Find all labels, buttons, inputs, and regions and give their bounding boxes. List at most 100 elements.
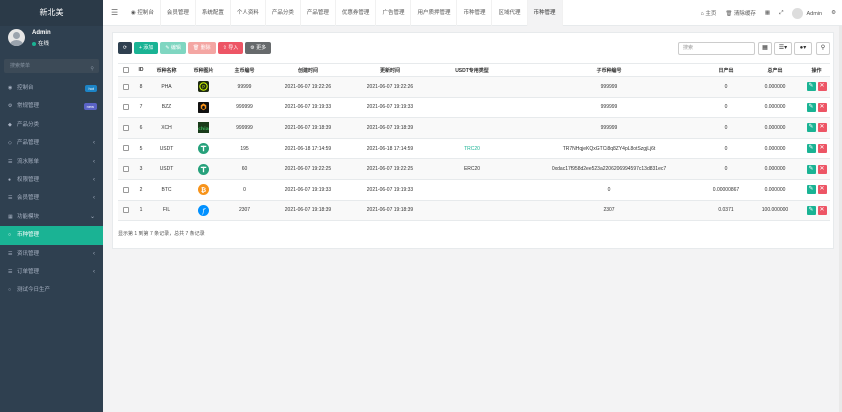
tab-system-config[interactable]: 系统配置: [196, 0, 231, 26]
pha-coin-icon[interactable]: P: [198, 81, 209, 93]
fullscreen-icon[interactable]: ⤢: [779, 10, 783, 17]
tab-members[interactable]: 会员管理: [161, 0, 196, 26]
delete-row-button[interactable]: ✕: [817, 205, 827, 215]
checkbox[interactable]: [123, 207, 129, 214]
search-button[interactable]: ⚲: [816, 42, 830, 55]
row-checkbox-cell[interactable]: [118, 200, 134, 222]
tab-dashboard[interactable]: ◉ 控制台: [125, 0, 161, 26]
checkbox[interactable]: [123, 83, 129, 90]
sidebar-search-input[interactable]: 搜索菜单 ⚲: [4, 59, 99, 73]
edit-row-button[interactable]: ✎: [806, 164, 816, 174]
theme-icon[interactable]: ▦: [765, 10, 770, 16]
delete-row-button[interactable]: ✕: [817, 82, 827, 92]
edit-row-button[interactable]: ✎: [806, 205, 816, 215]
delete-row-button[interactable]: ✕: [817, 102, 827, 112]
tab-regional-agent[interactable]: 区域代理: [492, 0, 528, 26]
col-main-no[interactable]: 主币编号: [222, 63, 267, 77]
btc-coin-icon[interactable]: ₿: [198, 184, 209, 196]
table-row[interactable]: 3 USDT 60 2021-06-07 19:22:25 2021-06-07 19:…: [118, 158, 830, 180]
sidebar-item-product-category[interactable]: ◆ 产品分类: [0, 116, 103, 134]
import-button[interactable]: ⇧ 导入: [217, 42, 244, 54]
tab-product-manage[interactable]: 产品管理: [301, 0, 336, 26]
delete-button[interactable]: 🗑 删除: [187, 42, 216, 54]
col-daily[interactable]: 日产出: [705, 63, 747, 77]
tab-user-staking[interactable]: 用户质押管理: [411, 0, 458, 26]
tab-profile[interactable]: 个人资料: [231, 0, 266, 26]
delete-row-button[interactable]: ✕: [817, 164, 827, 174]
menu-toggle-icon[interactable]: ☰: [111, 8, 118, 17]
table-row[interactable]: 6 XCH chia 999999 2021-06-07 19:18:39 2021-06…: [118, 117, 830, 139]
table-row[interactable]: 1 FIL f 2307 2021-06-07 19:18:39 2021-06-07 1…: [118, 200, 830, 222]
col-image[interactable]: 币种图片: [185, 63, 222, 77]
col-total[interactable]: 总产出: [747, 63, 803, 77]
tab-currency[interactable]: 币种管理: [457, 0, 493, 26]
fil-coin-icon[interactable]: f: [198, 204, 209, 216]
col-updated[interactable]: 更新时间: [349, 63, 431, 77]
col-sub-no[interactable]: 子币种编号: [513, 63, 705, 77]
sidebar-item-modules[interactable]: ▦ 功能模块 ⌄: [0, 208, 103, 226]
checkbox[interactable]: [123, 66, 129, 73]
export-button[interactable]: ●▾: [794, 42, 812, 55]
table-row[interactable]: 5 USDT 195 2021-06-18 17:14:59 2021-06-18 17…: [118, 138, 830, 160]
refresh-button[interactable]: ⟳: [118, 42, 132, 54]
col-id[interactable]: ID: [134, 63, 148, 77]
avatar[interactable]: [8, 29, 25, 46]
col-created[interactable]: 创建时间: [267, 63, 349, 77]
edit-row-button[interactable]: ✎: [806, 144, 816, 154]
sidebar-item-test-production[interactable]: ○ 测试今日生产: [0, 281, 103, 299]
chia-coin-icon[interactable]: chia: [198, 122, 209, 134]
add-button[interactable]: + 添加: [134, 42, 159, 54]
bzz-coin-icon[interactable]: [198, 101, 209, 113]
row-checkbox-cell[interactable]: [118, 158, 134, 180]
checkbox[interactable]: [123, 124, 129, 131]
row-checkbox-cell[interactable]: [118, 138, 134, 160]
toggle-view-button[interactable]: ▦: [758, 42, 772, 55]
table-row[interactable]: 8 PHA P 99999 2021-06-07 19:22:26 2021-06-07 …: [118, 76, 830, 98]
sidebar-item-general[interactable]: ⚙ 常规管理 new: [0, 97, 103, 115]
edit-row-button[interactable]: ✎: [806, 123, 816, 133]
columns-button[interactable]: ☰▾: [774, 42, 792, 55]
sidebar-item-bills[interactable]: ☰ 流水账单 ‹: [0, 153, 103, 171]
gear-icon[interactable]: ⚙: [831, 10, 836, 16]
tab-ads[interactable]: 广告管理: [376, 0, 412, 26]
usdt-coin-icon[interactable]: [198, 163, 209, 175]
col-usdt-type[interactable]: USDT专用类型: [431, 63, 513, 77]
delete-row-button[interactable]: ✕: [817, 144, 827, 154]
edit-row-button[interactable]: ✎: [806, 102, 816, 112]
row-checkbox-cell[interactable]: [118, 117, 134, 139]
table-row[interactable]: 2 BTC ₿ 0 2021-06-07 19:19:33 2021-06-07 19:1…: [118, 179, 830, 201]
clear-cache-button[interactable]: 🗑 清除缓存: [725, 9, 756, 17]
checkbox[interactable]: [123, 145, 129, 152]
sidebar-item-orders[interactable]: ☰ 订单管理 ‹: [0, 263, 103, 281]
delete-row-button[interactable]: ✕: [817, 123, 827, 133]
sidebar-item-currency[interactable]: ○ 币种管理: [0, 226, 103, 245]
user-menu[interactable]: Admin: [792, 7, 822, 19]
row-checkbox-cell[interactable]: [118, 97, 134, 119]
tab-currency-active[interactable]: 币种管理: [527, 0, 563, 26]
sidebar-item-label: 产品管理: [17, 140, 40, 147]
sidebar-item-dashboard[interactable]: ◉ 控制台 hot: [0, 79, 103, 97]
search-input[interactable]: 搜索: [678, 42, 755, 55]
edit-button[interactable]: ✎ 编辑: [160, 42, 186, 54]
checkbox[interactable]: [123, 166, 129, 172]
sidebar-item-product-manage[interactable]: ◇ 产品管理 ‹: [0, 134, 103, 152]
checkbox[interactable]: [123, 186, 129, 193]
app-logo-title[interactable]: 新北美: [0, 0, 103, 26]
table-row[interactable]: 7 BZZ 999999 2021-06-07 19:19:33 2021-06-07 …: [118, 97, 830, 119]
checkbox[interactable]: [123, 104, 129, 111]
col-name[interactable]: 币种名称: [148, 63, 185, 77]
row-checkbox-cell[interactable]: [118, 179, 134, 201]
edit-row-button[interactable]: ✎: [806, 82, 816, 92]
row-checkbox-cell[interactable]: [118, 76, 134, 98]
home-link[interactable]: ⌂ 主页: [700, 9, 716, 17]
select-all-checkbox[interactable]: [118, 63, 134, 77]
sidebar-item-members[interactable]: ☰ 会员管理 ‹: [0, 189, 103, 207]
sidebar-item-news[interactable]: ☰ 资讯管理 ‹: [0, 245, 103, 263]
edit-row-button[interactable]: ✎: [806, 185, 816, 195]
usdt-coin-icon[interactable]: [198, 143, 209, 155]
delete-row-button[interactable]: ✕: [817, 185, 827, 195]
tab-product-category[interactable]: 产品分类: [266, 0, 301, 26]
sidebar-item-permissions[interactable]: ● 权限管理 ‹: [0, 171, 103, 189]
tab-coupons[interactable]: 优惠券管理: [336, 0, 377, 26]
more-button[interactable]: ⚙ 更多: [245, 42, 272, 54]
